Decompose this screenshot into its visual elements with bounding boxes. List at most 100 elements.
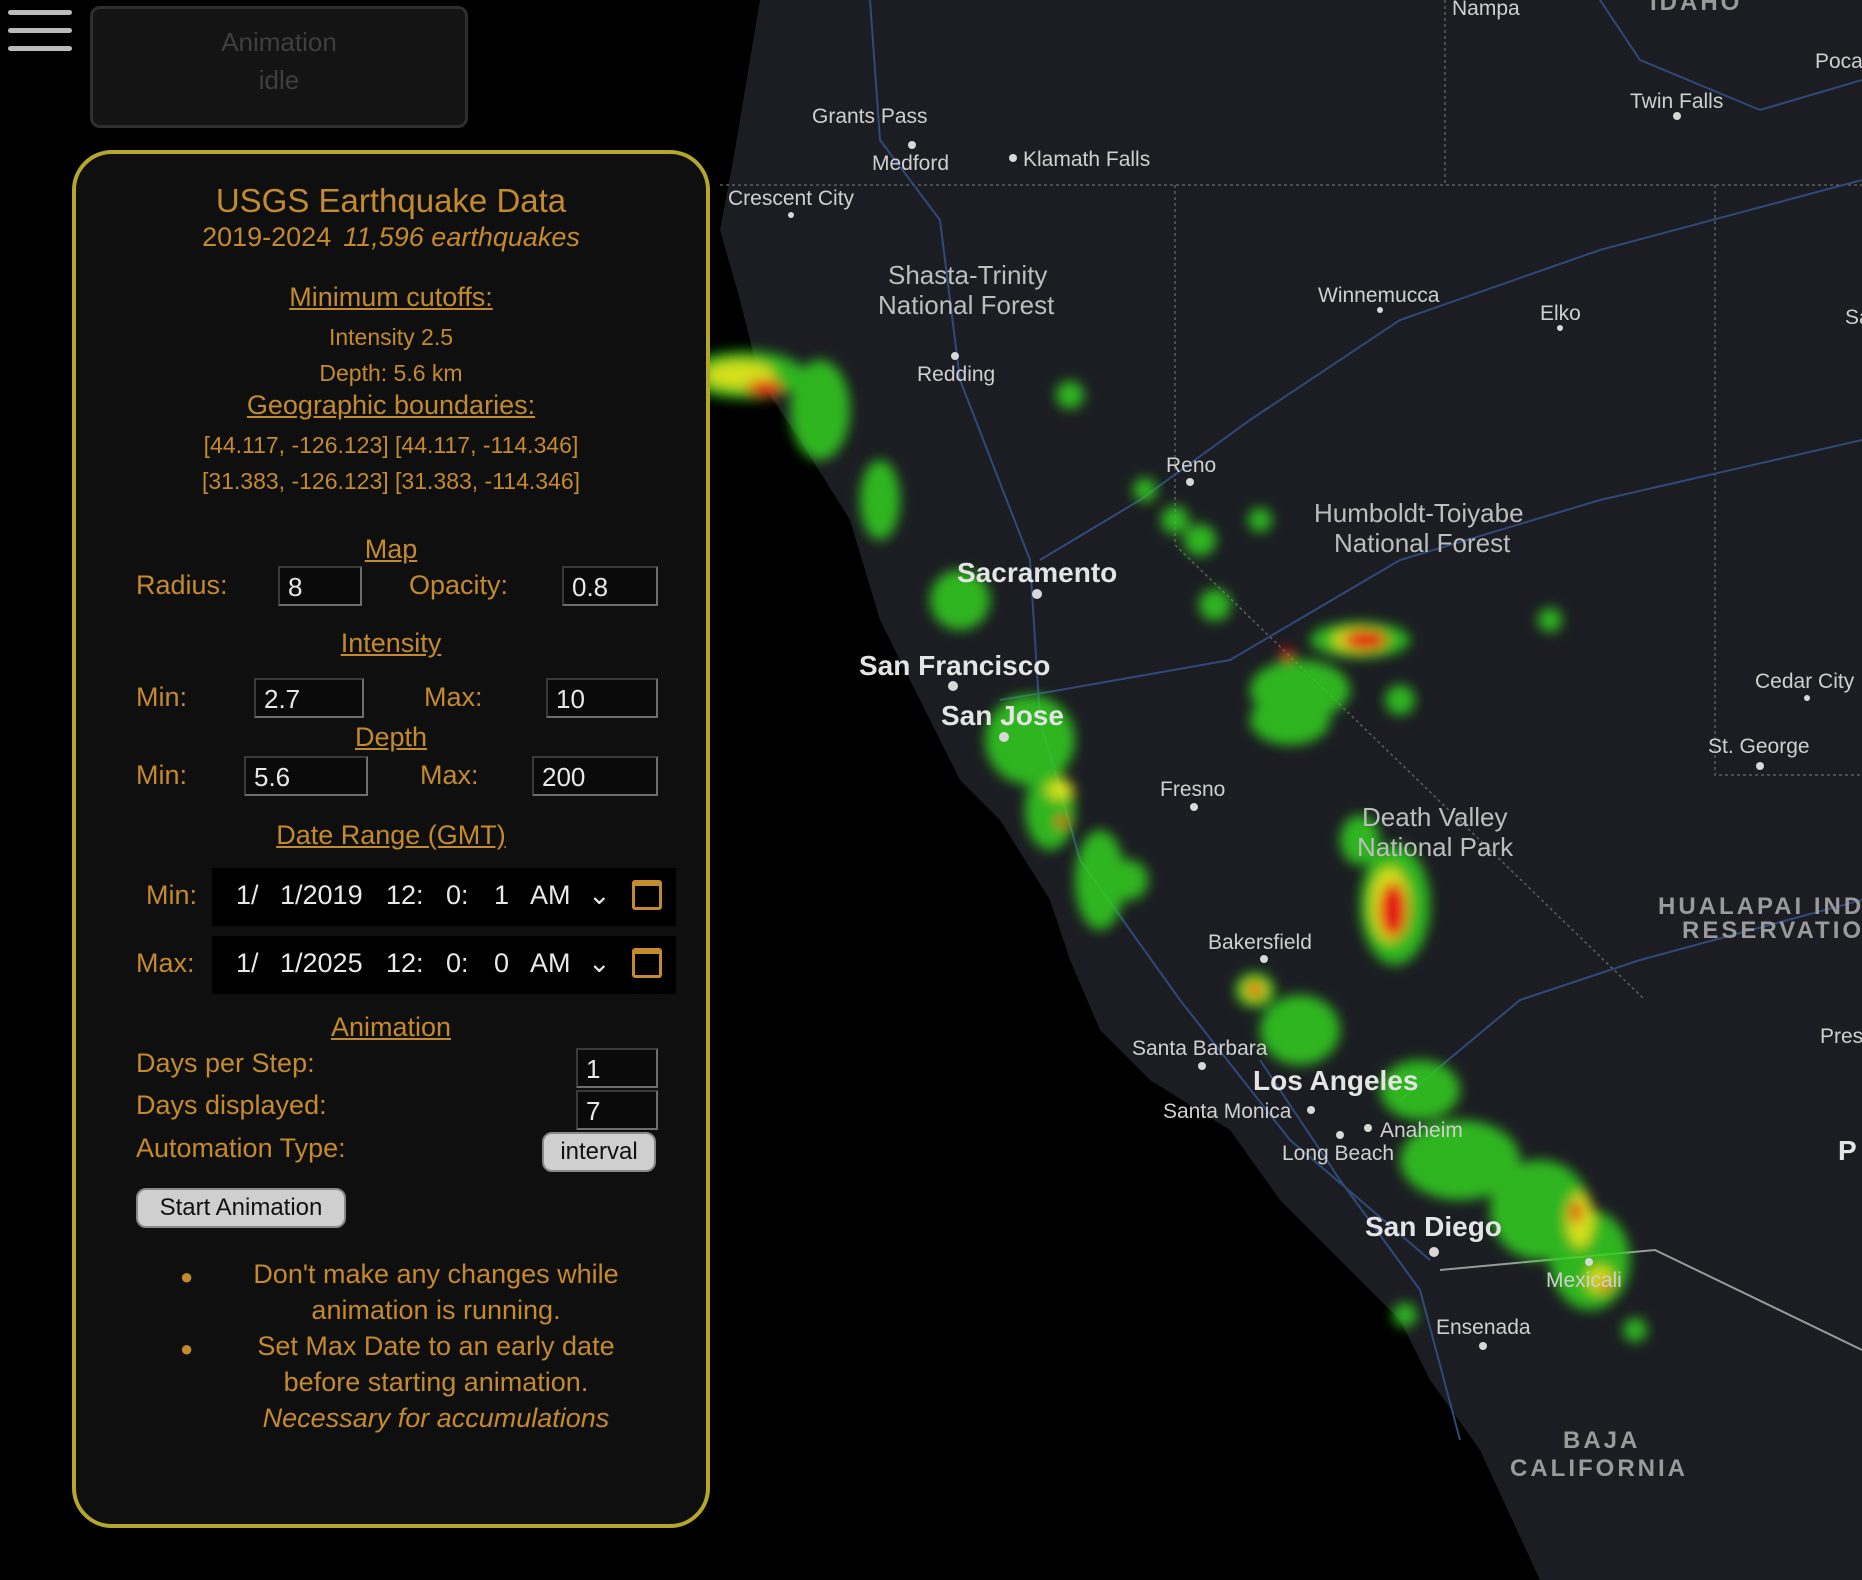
map-label-death-valley-1: Death Valley [1362, 802, 1508, 832]
map-label-nampa: Nampa [1452, 0, 1520, 20]
calendar-icon[interactable] [632, 948, 662, 978]
map-label-hualapai-1: HUALAPAI INDIAN [1658, 893, 1862, 920]
map-label-santa-monica: Santa Monica [1163, 1100, 1292, 1123]
intensity-min-label: Min: [136, 682, 188, 712]
map-label-mexicali: Mexicali [1546, 1269, 1622, 1292]
automation-type-select[interactable]: interval [542, 1132, 656, 1172]
date-min-second: 1 [494, 880, 510, 910]
date-min-label: Min: [146, 880, 198, 910]
bounds-line-1: [44.117, -126.123] [44.117, -114.346] [203, 432, 579, 458]
date-min-hour: 12: [386, 880, 424, 910]
date-max-hour: 12: [386, 948, 424, 978]
days-per-step-label: Days per Step: [136, 1048, 315, 1078]
map-label-reno: Reno [1166, 454, 1216, 477]
depth-cutoff: Depth: 5.6 km [319, 360, 463, 386]
note-1-line-1: Don't make any changes while [253, 1259, 619, 1289]
intensity-heading: Intensity [340, 628, 442, 658]
days-displayed-label: Days displayed: [136, 1090, 327, 1120]
date-min-month: 1/ [236, 880, 259, 910]
date-max-minute: 0: [446, 948, 469, 978]
map-label-san-diego: San Diego [1365, 1211, 1502, 1242]
opacity-label: Opacity: [409, 570, 509, 600]
land-mass [720, 0, 1862, 1580]
note-1: Don't make any changes while animation i… [226, 1256, 646, 1328]
bounds-line-2: [31.383, -126.123] [31.383, -114.346] [201, 468, 581, 494]
depth-min-input[interactable]: 5.6 [244, 756, 368, 796]
map-label-san-jose: San Jose [941, 700, 1064, 731]
map-label-twin-falls: Twin Falls [1630, 90, 1723, 113]
panel-subtitle: 2019-2024 11,596 earthquakes [76, 222, 706, 253]
date-range-heading: Date Range (GMT) [276, 820, 506, 850]
map-label-baja-1: BAJA [1563, 1427, 1640, 1454]
radius-label: Radius: [136, 570, 228, 600]
calendar-icon[interactable] [632, 880, 662, 910]
map-label-redding: Redding [917, 363, 995, 386]
intensity-cutoff: Intensity 2.5 [328, 324, 454, 350]
date-max-label: Max: [136, 948, 195, 978]
map-label-bakersfield: Bakersfield [1208, 931, 1312, 954]
map-label-death-valley-2: National Park [1357, 832, 1514, 862]
map-label-medford: Medford [872, 152, 949, 175]
map-label-idaho: IDAHO [1650, 0, 1742, 16]
intensity-max-input[interactable]: 10 [546, 678, 658, 718]
map-label-shasta-2: National Forest [878, 290, 1055, 320]
date-min-minute: 0: [446, 880, 469, 910]
chevron-down-icon[interactable]: ⌄ [588, 948, 611, 979]
map-label-humboldt-2: National Forest [1334, 528, 1511, 558]
opacity-input[interactable]: 0.8 [562, 566, 658, 606]
map-label-pres: Pres [1820, 1025, 1862, 1048]
map-label-crescent-city: Crescent City [728, 187, 855, 210]
note-2-line-1: Set Max Date to an early date [257, 1331, 615, 1361]
earthquake-count: 11,596 earthquakes [343, 222, 580, 252]
map-label-fresno: Fresno [1160, 778, 1225, 801]
date-max-day: 1/2025 [280, 948, 363, 978]
map-label-sa: Sa [1845, 306, 1862, 329]
date-max-second: 0 [494, 948, 510, 978]
map-label-humboldt-1: Humboldt-Toiyabe [1314, 498, 1524, 528]
bullet-icon: ● [180, 1264, 194, 1289]
map-heading: Map [364, 534, 418, 564]
intensity-min-input[interactable]: 2.7 [254, 678, 364, 718]
min-cutoffs-heading: Minimum cutoffs: [289, 282, 493, 312]
note-2: Set Max Date to an early date before sta… [226, 1328, 646, 1436]
radius-input[interactable]: 8 [278, 566, 362, 606]
depth-heading: Depth [354, 722, 428, 752]
map-label-grants-pass: Grants Pass [812, 105, 928, 128]
map-label-baja-2: CALIFORNIA [1510, 1455, 1688, 1482]
map-label-hualapai-2: RESERVATION [1682, 917, 1862, 944]
bullet-icon: ● [180, 1336, 194, 1361]
map-label-winnemucca: Winnemucca [1318, 284, 1440, 307]
map-label-cedar-city: Cedar City [1755, 670, 1855, 693]
date-min-input[interactable]: 1/ 1/2019 12: 0: 1 AM ⌄ [212, 868, 676, 926]
map-label-ensenada: Ensenada [1436, 1316, 1531, 1339]
date-max-input[interactable]: 1/ 1/2025 12: 0: 0 AM ⌄ [212, 936, 676, 994]
animation-status-state: idle [258, 65, 300, 95]
animation-status-title: Animation [221, 27, 337, 57]
map-label-st-george: St. George [1708, 735, 1810, 758]
map-label-p: P [1838, 1135, 1857, 1166]
start-animation-button[interactable]: Start Animation [136, 1188, 346, 1228]
chevron-down-icon[interactable]: ⌄ [588, 880, 611, 911]
date-min-day: 1/2019 [280, 880, 363, 910]
control-panel: USGS Earthquake Data 2019-2024 11,596 ear… [72, 150, 710, 1528]
animation-status-box: Animation idle [90, 6, 468, 128]
geo-boundaries-heading: Geographic boundaries: [246, 390, 536, 420]
depth-max-label: Max: [420, 760, 479, 790]
depth-max-input[interactable]: 200 [532, 756, 658, 796]
map-label-anaheim: Anaheim [1380, 1119, 1463, 1142]
map-label-san-francisco: San Francisco [859, 650, 1050, 681]
map-label-santa-barbara: Santa Barbara [1132, 1037, 1268, 1060]
map-label-los-angeles: Los Angeles [1253, 1065, 1418, 1096]
panel-title: USGS Earthquake Data [215, 182, 567, 219]
map-label-shasta-1: Shasta-Trinity [888, 260, 1047, 290]
map-label-klamath-falls: Klamath Falls [1023, 148, 1150, 171]
days-per-step-input[interactable]: 1 [576, 1048, 658, 1088]
map-label-poca: Poca [1815, 50, 1862, 73]
hamburger-menu-icon[interactable] [8, 10, 72, 62]
note-2-line-3: Necessary for accumulations [262, 1403, 610, 1433]
map-label-elko: Elko [1540, 302, 1581, 325]
intensity-max-label: Max: [424, 682, 483, 712]
animation-heading: Animation [330, 1012, 452, 1042]
map-label-long-beach: Long Beach [1282, 1142, 1394, 1165]
days-displayed-input[interactable]: 7 [576, 1090, 658, 1130]
